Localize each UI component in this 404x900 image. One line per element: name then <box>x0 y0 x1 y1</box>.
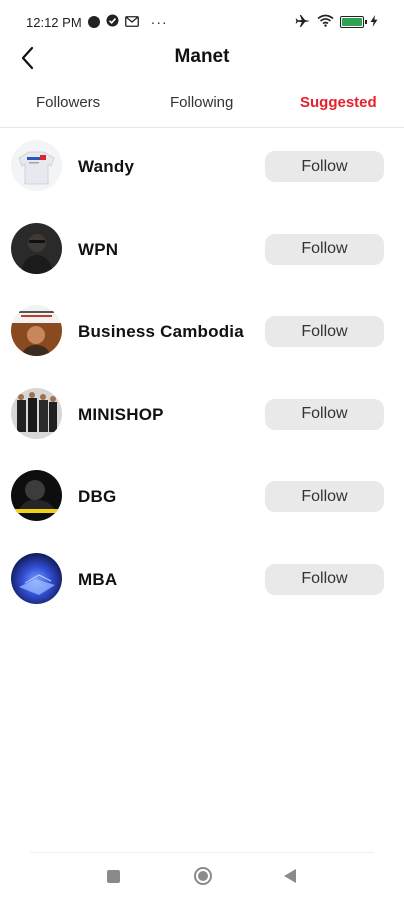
avatar[interactable] <box>11 305 62 356</box>
nav-divider <box>30 852 374 853</box>
home-icon-inner <box>198 871 208 881</box>
suggested-list: Wandy Follow WPN Follow Business Cambodi… <box>0 128 404 623</box>
avatar[interactable] <box>11 222 62 274</box>
tab-suggested[interactable]: Suggested <box>300 94 377 111</box>
header: Manet <box>0 38 404 78</box>
back-icon[interactable] <box>284 869 296 883</box>
mail-icon <box>124 15 139 30</box>
home-icon[interactable] <box>194 867 212 885</box>
follow-button[interactable]: Follow <box>265 398 384 430</box>
screen: 12:12 PM ··· Manet Followers Following S… <box>0 0 404 900</box>
account-name[interactable]: Wandy <box>78 157 134 177</box>
follow-button[interactable]: Follow <box>265 316 384 347</box>
list-item[interactable]: MBA Follow <box>0 541 404 624</box>
account-name[interactable]: MINISHOP <box>78 405 164 425</box>
tab-followers[interactable]: Followers <box>36 94 100 111</box>
airplane-icon <box>295 14 311 31</box>
avatar[interactable] <box>11 552 62 604</box>
status-right <box>295 14 378 31</box>
avatar[interactable] <box>11 387 62 439</box>
account-name[interactable]: Business Cambodia <box>78 322 244 342</box>
app-icon-1 <box>87 16 100 28</box>
account-name[interactable]: DBG <box>78 487 116 507</box>
charging-bolt-icon <box>370 14 378 30</box>
page-title: Manet <box>174 46 230 67</box>
list-item[interactable]: MINISHOP Follow <box>0 376 404 459</box>
tab-bar: Followers Following Suggested <box>0 86 404 128</box>
follow-button[interactable]: Follow <box>265 563 384 595</box>
status-left: 12:12 PM ··· <box>26 14 168 30</box>
system-navbar <box>0 862 404 892</box>
battery-icon <box>340 16 367 28</box>
list-item[interactable]: Wandy Follow <box>0 128 404 211</box>
more-notifications: ··· <box>150 14 168 30</box>
status-time: 12:12 PM <box>26 14 82 30</box>
recents-icon[interactable] <box>107 870 120 883</box>
tab-following[interactable]: Following <box>170 94 233 111</box>
list-item[interactable]: WPN Follow <box>0 211 404 294</box>
list-item[interactable]: DBG Follow <box>0 458 404 541</box>
account-name[interactable]: MBA <box>78 570 117 590</box>
avatar[interactable] <box>11 140 62 191</box>
check-badge-icon <box>106 14 119 30</box>
follow-button[interactable]: Follow <box>265 481 384 512</box>
follow-button[interactable]: Follow <box>265 151 384 182</box>
list-item[interactable]: Business Cambodia Follow <box>0 293 404 376</box>
account-name[interactable]: WPN <box>78 240 118 260</box>
follow-button[interactable]: Follow <box>265 233 384 265</box>
wifi-icon <box>317 14 334 30</box>
avatar[interactable] <box>11 470 62 521</box>
